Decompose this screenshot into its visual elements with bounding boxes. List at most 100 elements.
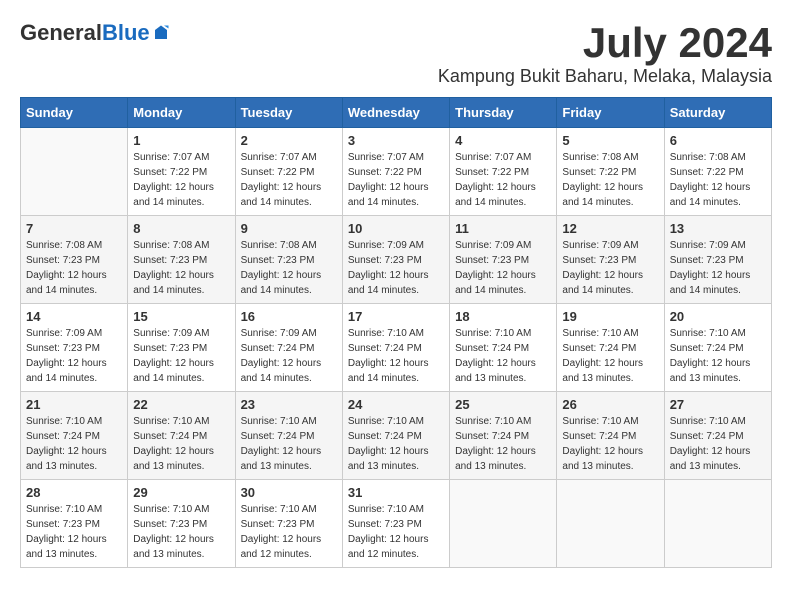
day-number: 15 <box>133 309 229 324</box>
title-section: July 2024 Kampung Bukit Baharu, Melaka, … <box>438 20 772 87</box>
calendar-week-row: 21 Sunrise: 7:10 AMSunset: 7:24 PMDayligh… <box>21 392 772 480</box>
calendar-cell: 27Sunrise: 7:10 AMSunset: 7:24 PMDayligh… <box>664 392 771 480</box>
day-number: 30 <box>241 485 337 500</box>
day-info: Sunrise: 7:09 AMSunset: 7:24 PMDaylight:… <box>241 326 337 386</box>
calendar-cell: 5 Sunrise: 7:08 AMSunset: 7:22 PMDaylight… <box>557 128 664 216</box>
day-number: 10 <box>348 221 444 236</box>
calendar-cell <box>21 128 128 216</box>
day-number: 4 <box>455 133 551 148</box>
calendar-cell: 14 Sunrise: 7:09 AMSunset: 7:23 PMDayligh… <box>21 304 128 392</box>
day-info: Sunrise: 7:10 AMSunset: 7:24 PMDaylight:… <box>133 414 229 474</box>
day-info: Sunrise: 7:07 AMSunset: 7:22 PMDaylight:… <box>348 150 444 210</box>
calendar-cell: 9 Sunrise: 7:08 AMSunset: 7:23 PMDaylight… <box>235 216 342 304</box>
calendar-cell: 23Sunrise: 7:10 AMSunset: 7:24 PMDayligh… <box>235 392 342 480</box>
day-info: Sunrise: 7:10 AMSunset: 7:23 PMDaylight:… <box>26 502 122 562</box>
day-number: 11 <box>455 221 551 236</box>
day-info: Sunrise: 7:08 AMSunset: 7:22 PMDaylight:… <box>670 150 766 210</box>
day-number: 26 <box>562 397 658 412</box>
calendar-header-row: SundayMondayTuesdayWednesdayThursdayFrid… <box>21 98 772 128</box>
calendar-cell: 25 Sunrise: 7:10 AMSunset: 7:24 PMDayligh… <box>450 392 557 480</box>
day-info: Sunrise: 7:08 AMSunset: 7:23 PMDaylight:… <box>133 238 229 298</box>
day-number: 6 <box>670 133 766 148</box>
calendar-week-row: 7 Sunrise: 7:08 AMSunset: 7:23 PMDaylight… <box>21 216 772 304</box>
calendar-cell: 10 Sunrise: 7:09 AMSunset: 7:23 PMDayligh… <box>342 216 449 304</box>
page-header: GeneralBlue July 2024 Kampung Bukit Baha… <box>20 20 772 87</box>
calendar-cell: 17 Sunrise: 7:10 AMSunset: 7:24 PMDayligh… <box>342 304 449 392</box>
calendar-cell: 6 Sunrise: 7:08 AMSunset: 7:22 PMDaylight… <box>664 128 771 216</box>
calendar-cell <box>557 480 664 568</box>
day-number: 3 <box>348 133 444 148</box>
calendar-week-row: 1 Sunrise: 7:07 AMSunset: 7:22 PMDaylight… <box>21 128 772 216</box>
day-info: Sunrise: 7:09 AMSunset: 7:23 PMDaylight:… <box>348 238 444 298</box>
day-info: Sunrise: 7:10 AMSunset: 7:24 PMDaylight:… <box>348 326 444 386</box>
calendar-cell: 13 Sunrise: 7:09 AMSunset: 7:23 PMDayligh… <box>664 216 771 304</box>
logo-general: General <box>20 20 102 46</box>
day-info: Sunrise: 7:10 AMSunset: 7:23 PMDaylight:… <box>348 502 444 562</box>
calendar-cell: 7 Sunrise: 7:08 AMSunset: 7:23 PMDaylight… <box>21 216 128 304</box>
calendar-cell: 2 Sunrise: 7:07 AMSunset: 7:22 PMDaylight… <box>235 128 342 216</box>
calendar-cell: 22Sunrise: 7:10 AMSunset: 7:24 PMDayligh… <box>128 392 235 480</box>
calendar-cell: 30Sunrise: 7:10 AMSunset: 7:23 PMDayligh… <box>235 480 342 568</box>
day-info: Sunrise: 7:10 AMSunset: 7:24 PMDaylight:… <box>562 326 658 386</box>
day-info: Sunrise: 7:10 AMSunset: 7:24 PMDaylight:… <box>455 326 551 386</box>
calendar-cell: 29 Sunrise: 7:10 AMSunset: 7:23 PMDayligh… <box>128 480 235 568</box>
calendar-cell: 24 Sunrise: 7:10 AMSunset: 7:24 PMDayligh… <box>342 392 449 480</box>
day-number: 12 <box>562 221 658 236</box>
day-number: 20 <box>670 309 766 324</box>
day-info: Sunrise: 7:10 AMSunset: 7:24 PMDaylight:… <box>670 414 766 474</box>
day-number: 31 <box>348 485 444 500</box>
day-number: 14 <box>26 309 122 324</box>
day-number: 8 <box>133 221 229 236</box>
day-info: Sunrise: 7:07 AMSunset: 7:22 PMDaylight:… <box>455 150 551 210</box>
day-number: 2 <box>241 133 337 148</box>
day-info: Sunrise: 7:08 AMSunset: 7:22 PMDaylight:… <box>562 150 658 210</box>
location-title: Kampung Bukit Baharu, Melaka, Malaysia <box>438 66 772 87</box>
day-info: Sunrise: 7:09 AMSunset: 7:23 PMDaylight:… <box>670 238 766 298</box>
calendar-cell: 8 Sunrise: 7:08 AMSunset: 7:23 PMDaylight… <box>128 216 235 304</box>
day-number: 21 <box>26 397 122 412</box>
weekday-header: Monday <box>128 98 235 128</box>
month-title: July 2024 <box>438 20 772 66</box>
calendar-cell: 16Sunrise: 7:09 AMSunset: 7:24 PMDayligh… <box>235 304 342 392</box>
weekday-header: Friday <box>557 98 664 128</box>
weekday-header: Saturday <box>664 98 771 128</box>
calendar-cell: 18 Sunrise: 7:10 AMSunset: 7:24 PMDayligh… <box>450 304 557 392</box>
calendar-week-row: 28 Sunrise: 7:10 AMSunset: 7:23 PMDayligh… <box>21 480 772 568</box>
calendar-cell: 26Sunrise: 7:10 AMSunset: 7:24 PMDayligh… <box>557 392 664 480</box>
calendar-table: SundayMondayTuesdayWednesdayThursdayFrid… <box>20 97 772 568</box>
day-info: Sunrise: 7:07 AMSunset: 7:22 PMDaylight:… <box>241 150 337 210</box>
day-info: Sunrise: 7:08 AMSunset: 7:23 PMDaylight:… <box>241 238 337 298</box>
day-number: 24 <box>348 397 444 412</box>
day-info: Sunrise: 7:08 AMSunset: 7:23 PMDaylight:… <box>26 238 122 298</box>
calendar-cell: 20 Sunrise: 7:10 AMSunset: 7:24 PMDayligh… <box>664 304 771 392</box>
day-number: 17 <box>348 309 444 324</box>
calendar-cell: 19 Sunrise: 7:10 AMSunset: 7:24 PMDayligh… <box>557 304 664 392</box>
day-number: 13 <box>670 221 766 236</box>
day-number: 19 <box>562 309 658 324</box>
day-info: Sunrise: 7:10 AMSunset: 7:24 PMDaylight:… <box>348 414 444 474</box>
weekday-header: Wednesday <box>342 98 449 128</box>
calendar-cell: 15 Sunrise: 7:09 AMSunset: 7:23 PMDayligh… <box>128 304 235 392</box>
day-number: 29 <box>133 485 229 500</box>
day-info: Sunrise: 7:09 AMSunset: 7:23 PMDaylight:… <box>26 326 122 386</box>
weekday-header: Sunday <box>21 98 128 128</box>
calendar-cell: 31 Sunrise: 7:10 AMSunset: 7:23 PMDayligh… <box>342 480 449 568</box>
day-info: Sunrise: 7:10 AMSunset: 7:23 PMDaylight:… <box>133 502 229 562</box>
weekday-header: Thursday <box>450 98 557 128</box>
calendar-week-row: 14 Sunrise: 7:09 AMSunset: 7:23 PMDayligh… <box>21 304 772 392</box>
day-number: 25 <box>455 397 551 412</box>
day-number: 18 <box>455 309 551 324</box>
day-number: 7 <box>26 221 122 236</box>
day-number: 5 <box>562 133 658 148</box>
day-info: Sunrise: 7:09 AMSunset: 7:23 PMDaylight:… <box>133 326 229 386</box>
day-info: Sunrise: 7:07 AMSunset: 7:22 PMDaylight:… <box>133 150 229 210</box>
day-number: 1 <box>133 133 229 148</box>
day-info: Sunrise: 7:10 AMSunset: 7:24 PMDaylight:… <box>455 414 551 474</box>
day-info: Sunrise: 7:09 AMSunset: 7:23 PMDaylight:… <box>455 238 551 298</box>
day-number: 28 <box>26 485 122 500</box>
calendar-cell: 21Sunrise: 7:10 AMSunset: 7:24 PMDayligh… <box>21 392 128 480</box>
day-number: 9 <box>241 221 337 236</box>
day-number: 23 <box>241 397 337 412</box>
calendar-cell: 3 Sunrise: 7:07 AMSunset: 7:22 PMDaylight… <box>342 128 449 216</box>
day-info: Sunrise: 7:10 AMSunset: 7:24 PMDaylight:… <box>670 326 766 386</box>
